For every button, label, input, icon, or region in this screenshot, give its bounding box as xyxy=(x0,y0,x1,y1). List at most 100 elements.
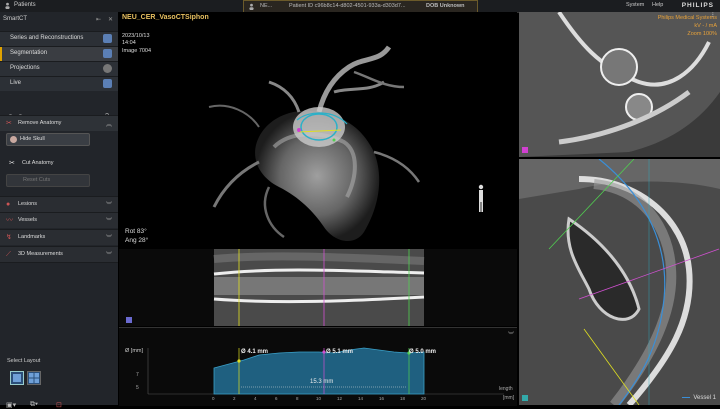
diameter-graph[interactable]: Ø [mm] 7 5 Ø 4.1 mm Ø 5.1 mm Ø 5.0 mm 15… xyxy=(119,327,517,406)
vendor-label: Philips Medical Systems xyxy=(657,15,717,21)
image-number: Image 7004 xyxy=(122,48,152,54)
y-tick: 5 xyxy=(136,385,139,391)
remove-anatomy-icon: ✂ xyxy=(6,120,12,127)
diameter-marker-2: Ø 5.1 mm xyxy=(326,349,354,355)
layout-grid-icon xyxy=(29,373,39,383)
button-label: Reset Cuts xyxy=(23,177,51,183)
study-time: 14:04 xyxy=(122,40,136,46)
settings-icon[interactable]: ⁝ xyxy=(712,12,714,19)
patients-icon[interactable] xyxy=(4,2,11,9)
diameter-marker-3: Ø 5.0 mm xyxy=(409,349,437,355)
x-tick: 14 xyxy=(358,396,364,401)
step-series-and-reconstructions[interactable]: Series and Reconstructions xyxy=(0,31,118,46)
viewport-cross-section[interactable]: Philips Medical Systems kV - / mA Zoom 1… xyxy=(519,12,720,157)
zoom-label: Zoom 100% xyxy=(687,31,717,37)
diameter-marker-1: Ø 4.1 mm xyxy=(241,349,269,355)
step-label: Projections xyxy=(10,65,40,71)
patient-name: NE... xyxy=(260,3,273,9)
layout-single-icon xyxy=(13,374,21,382)
collapse-graph-icon[interactable]: ︾ xyxy=(508,330,514,339)
patient-id: Patient ID c96b8c14-d802-4501-933a-d303d… xyxy=(289,3,406,9)
viewport-3d[interactable]: NEU_CER_VasoCTSiphon 2023/10/13 14:04 Im… xyxy=(119,12,517,248)
live-icon xyxy=(103,79,112,88)
viewport-curved-mpr[interactable]: Vessel 1 xyxy=(519,159,720,405)
x-tick: 12 xyxy=(337,396,343,401)
vessel-name: Vessel 1 xyxy=(693,395,716,401)
angulation-readout: Ang 28° xyxy=(125,237,149,244)
cube-icon xyxy=(103,34,112,43)
record-icon[interactable]: ⊡ xyxy=(56,401,62,409)
section-label: Vessels xyxy=(18,217,37,223)
close-panel-icon[interactable]: ✕ xyxy=(108,16,113,23)
cut-anatomy-button[interactable]: ✂ Cut Anatomy xyxy=(6,158,88,169)
viewport-icon[interactable]: ▣▾ xyxy=(6,401,16,409)
smartct-panel: SmartCT ⇤ ✕ Series and Reconstructions S… xyxy=(0,12,119,409)
section-3d-measurements[interactable]: ⟋ 3D Measurements ︾ xyxy=(0,246,118,263)
section-label: 3D Measurements xyxy=(18,251,63,257)
patient-dob: DOB Unknown xyxy=(426,3,465,9)
export-icon[interactable]: ⧉▾ xyxy=(30,401,38,409)
vessel-3d-rendering xyxy=(208,45,484,242)
segmentation-icon xyxy=(103,49,112,58)
select-layout-label: Select Layout xyxy=(7,358,41,364)
step-label: Segmentation xyxy=(10,50,48,56)
system-menu[interactable]: System xyxy=(626,2,644,8)
x-tick: 6 xyxy=(275,396,278,401)
curved-mpr-image xyxy=(519,159,720,405)
section-landmarks[interactable]: ↯ Landmarks ︾ xyxy=(0,229,118,245)
reset-cuts-button[interactable]: Reset Cuts xyxy=(6,174,90,187)
measurements-icon: ⟋ xyxy=(6,251,11,258)
help-menu[interactable]: Help xyxy=(652,2,663,8)
chevron-up-icon: ︽ xyxy=(105,122,112,128)
orientation-figure xyxy=(478,184,484,212)
vessel-line-swatch xyxy=(682,396,691,398)
x-tick: 8 xyxy=(296,396,299,401)
layout-grid-button[interactable] xyxy=(27,371,41,385)
collapse-icon[interactable]: ⇤ xyxy=(96,16,101,23)
rotate-icon xyxy=(103,64,112,73)
section-label: Lesions xyxy=(18,201,37,207)
button-label: Cut Anatomy xyxy=(22,160,54,166)
philips-logo: PHILIPS xyxy=(681,2,714,9)
step-live[interactable]: Live xyxy=(0,76,118,91)
chevron-down-icon: ︾ xyxy=(105,203,112,209)
hide-skull-button[interactable]: Hide Skull xyxy=(6,133,90,146)
patient-icon xyxy=(249,3,254,10)
study-date: 2023/10/13 xyxy=(122,33,150,39)
x-tick: 0 xyxy=(212,396,215,401)
x-tick: 20 xyxy=(421,396,427,401)
section-remove-anatomy[interactable]: ✂ Remove Anatomy ︽ xyxy=(0,115,118,131)
chevron-down-icon: ︾ xyxy=(105,253,112,259)
lesions-icon: ● xyxy=(6,201,11,208)
y-axis-label: Ø [mm] xyxy=(125,348,144,354)
x-tick: 10 xyxy=(316,396,322,401)
vessel-label: Vessel 1 xyxy=(682,395,716,401)
panel-title: SmartCT xyxy=(3,16,27,22)
x-tick: 16 xyxy=(379,396,385,401)
button-label: Hide Skull xyxy=(20,136,45,142)
x-tick: 2 xyxy=(233,396,236,401)
x-tick: 18 xyxy=(400,396,406,401)
layout-single-button[interactable] xyxy=(10,371,24,385)
x-tick: 4 xyxy=(254,396,257,401)
step-segmentation[interactable]: Segmentation xyxy=(0,46,118,61)
section-label: Landmarks xyxy=(18,234,46,240)
viewport-straightened-vessel[interactable] xyxy=(119,249,517,326)
section-lesions[interactable]: ● Lesions ︾ xyxy=(0,196,118,212)
chevron-down-icon: ︾ xyxy=(105,219,112,225)
vessels-icon: 〰 xyxy=(6,217,13,224)
series-title: NEU_CER_VasoCTSiphon xyxy=(122,14,209,21)
section-vessels[interactable]: 〰 Vessels ︾ xyxy=(0,212,118,228)
length-measurement: 15.3 mm xyxy=(310,379,334,385)
diameter-profile-chart xyxy=(147,347,504,395)
scissors-icon: ✂ xyxy=(9,160,15,167)
exposure-label: kV - / mA xyxy=(694,23,717,29)
rotation-readout: Rot 83° xyxy=(125,228,147,235)
chevron-down-icon: ︾ xyxy=(105,236,112,242)
step-projections[interactable]: Projections xyxy=(0,61,118,76)
y-tick: 7 xyxy=(136,372,139,378)
straightened-vessel-image xyxy=(126,249,425,326)
skull-icon xyxy=(10,136,17,143)
patients-link[interactable]: Patients xyxy=(14,2,36,8)
x-axis-unit: [mm] xyxy=(503,395,515,401)
